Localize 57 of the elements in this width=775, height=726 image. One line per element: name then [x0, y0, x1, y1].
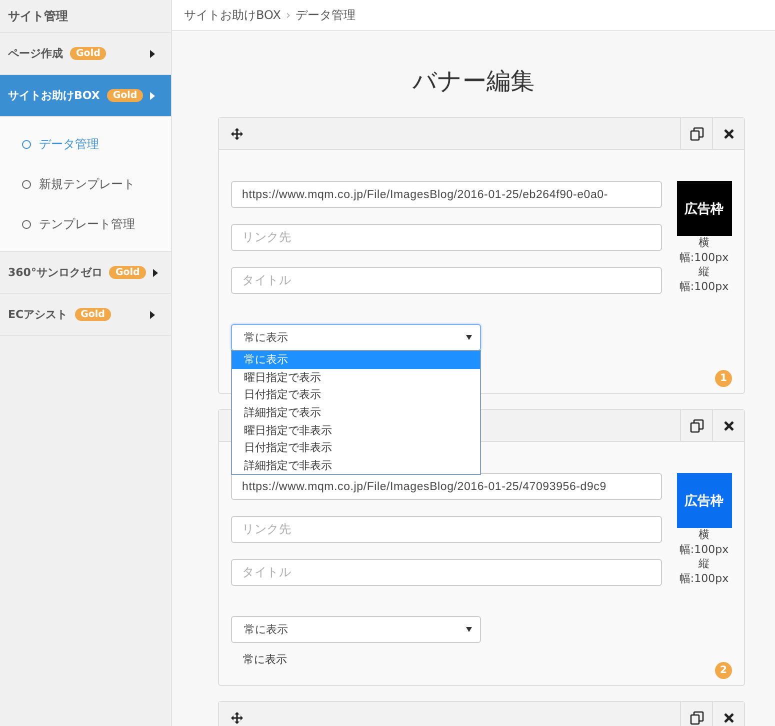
number-badge: 2 — [715, 662, 732, 679]
plan-badge: Gold — [106, 89, 144, 102]
display-status: 常に表示 — [242, 652, 288, 667]
page-title: バナー編集 — [412, 66, 536, 97]
caret-icon — [466, 627, 472, 632]
close-icon — [724, 128, 734, 138]
plan-badge: Gold — [109, 266, 146, 279]
submenu-item[interactable]: 新規テンプレート — [22, 164, 171, 204]
link-field[interactable]: リンク先 — [231, 224, 662, 251]
size-text: 幅:100px — [679, 280, 729, 294]
circle-icon — [22, 220, 31, 228]
size-text: 縦 — [698, 557, 710, 572]
display-select[interactable]: 常に表示 — [231, 324, 481, 351]
arrow-icon — [150, 50, 155, 58]
copy-icon — [690, 710, 704, 724]
size-text: 幅:100px — [679, 250, 729, 265]
size-text: 横 — [698, 528, 710, 542]
dropdown-option[interactable]: 日付指定で表示 — [232, 386, 480, 404]
plan-badge: Gold — [70, 47, 106, 60]
submenu-item[interactable]: テンプレート管理 — [22, 204, 171, 244]
close-icon — [724, 420, 734, 430]
breadcrumb-separator: › — [286, 8, 291, 22]
circle-icon — [22, 140, 31, 148]
copy-icon — [690, 418, 704, 432]
circle-icon — [22, 180, 31, 188]
breadcrumb-item[interactable]: データ管理 — [296, 6, 356, 24]
close-icon — [724, 712, 734, 722]
breadcrumb-item[interactable]: サイトお助けBOX — [184, 6, 281, 24]
dropdown-option[interactable]: 詳細指定で表示 — [232, 404, 480, 422]
dropdown-option[interactable]: 曜日指定で非表示 — [232, 421, 480, 439]
size-text: 横 — [698, 236, 710, 250]
number-badge: 1 — [715, 370, 732, 387]
banner-thumbnail: 広告枠 — [676, 181, 732, 236]
arrow-icon — [150, 310, 155, 318]
dropdown-option[interactable]: 曜日指定で表示 — [232, 368, 480, 386]
arrow-icon — [150, 92, 156, 100]
caret-icon — [466, 335, 472, 340]
dropdown-option[interactable]: 詳細指定で非表示 — [232, 456, 480, 474]
dropdown-option[interactable]: 日付指定で非表示 — [232, 438, 480, 457]
size-text: 縦 — [698, 265, 710, 280]
sidebar-title: サイト管理 — [0, 0, 171, 33]
copy-icon — [690, 126, 704, 140]
size-text: 幅:100px — [679, 572, 729, 586]
link-field[interactable]: リンク先 — [231, 516, 662, 543]
move-icon[interactable] — [231, 712, 243, 724]
banner-thumbnail: 広告枠 — [676, 473, 732, 528]
move-icon[interactable] — [231, 128, 243, 140]
arrow-icon — [152, 268, 158, 276]
title-field[interactable]: タイトル — [231, 267, 662, 294]
plan-badge: Gold — [74, 308, 111, 321]
sidebar-item[interactable]: ECアシスト Gold — [0, 294, 171, 336]
image-url-field[interactable]: https://www.mqm.co.jp/File/ImagesBlog/2016-01-25/eb264f90-e0a0- — [231, 181, 662, 208]
image-url-field[interactable]: https://www.mqm.co.jp/File/ImagesBlog/2016-01-25/47093956-d9c9 — [231, 473, 662, 500]
display-select[interactable]: 常に表示 — [231, 616, 481, 643]
title-field[interactable]: タイトル — [231, 559, 662, 586]
sidebar-item[interactable]: 360°サンロクゼロ Gold — [0, 252, 171, 294]
size-text: 幅:100px — [679, 542, 729, 557]
